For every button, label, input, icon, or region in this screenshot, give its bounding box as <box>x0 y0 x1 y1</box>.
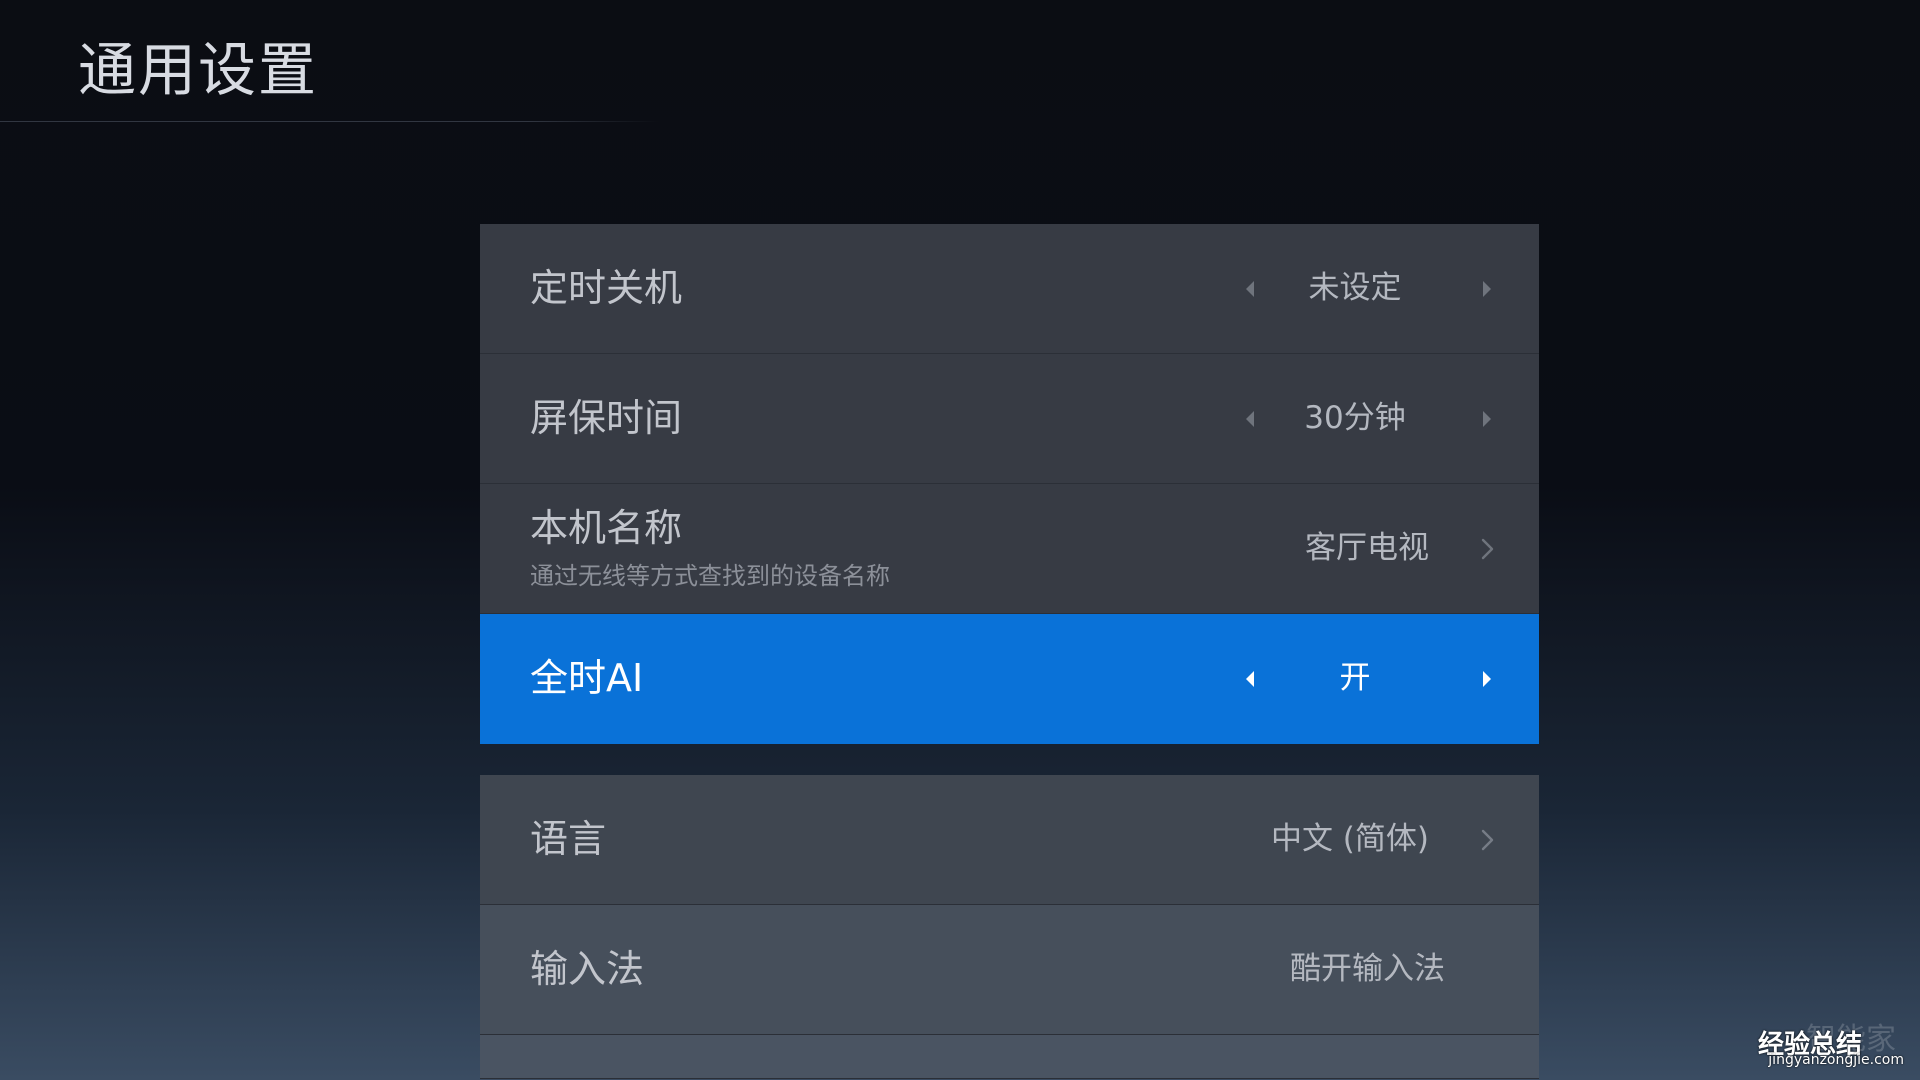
setting-label-sleep-timer: 定时关机 <box>530 266 683 310</box>
chevron-right-icon <box>1473 826 1501 854</box>
watermark: 智能家 经验总结 jingyanzongjie.com <box>1749 1014 1904 1068</box>
watermark-url: jingyanzongjie.com <box>1768 1052 1904 1068</box>
chevron-right-icon <box>1473 535 1501 563</box>
setting-value-screensaver: 30分钟 <box>1304 400 1406 436</box>
setting-row-always-on-ai[interactable]: 全时AI 开 <box>480 614 1539 744</box>
setting-row-screensaver[interactable]: 屏保时间 30分钟 <box>480 354 1539 484</box>
page-title: 通用设置 <box>78 36 319 104</box>
setting-row-language[interactable]: 语言 中文 (简体) <box>480 775 1539 905</box>
setting-value-always-on-ai: 开 <box>1339 660 1371 696</box>
settings-list: 定时关机 未设定 屏保时间 30分钟 本机名称 通过无线等方式查找到的设备名称 … <box>480 224 1539 1079</box>
setting-row-device-name[interactable]: 本机名称 通过无线等方式查找到的设备名称 客厅电视 <box>480 484 1539 614</box>
setting-value-device-name: 客厅电视 <box>1305 530 1429 566</box>
caret-right-icon[interactable] <box>1475 667 1499 691</box>
setting-value-sleep-timer: 未设定 <box>1308 270 1402 306</box>
setting-value-language: 中文 (简体) <box>1270 821 1429 857</box>
caret-right-icon[interactable] <box>1475 277 1499 301</box>
setting-row-sleep-timer[interactable]: 定时关机 未设定 <box>480 224 1539 354</box>
setting-value-input-method: 酷开输入法 <box>1290 951 1445 987</box>
caret-right-icon[interactable] <box>1475 407 1499 431</box>
setting-row-next[interactable] <box>480 1035 1539 1079</box>
setting-label-always-on-ai: 全时AI <box>530 656 644 700</box>
title-divider <box>0 121 660 122</box>
setting-label-language: 语言 <box>530 817 607 861</box>
setting-label-input-method: 输入法 <box>530 947 645 991</box>
setting-description-device-name: 通过无线等方式查找到的设备名称 <box>530 562 890 590</box>
setting-label-device-name: 本机名称 <box>530 506 683 550</box>
setting-row-input-method[interactable]: 输入法 酷开输入法 <box>480 905 1539 1035</box>
setting-label-screensaver: 屏保时间 <box>530 396 683 440</box>
